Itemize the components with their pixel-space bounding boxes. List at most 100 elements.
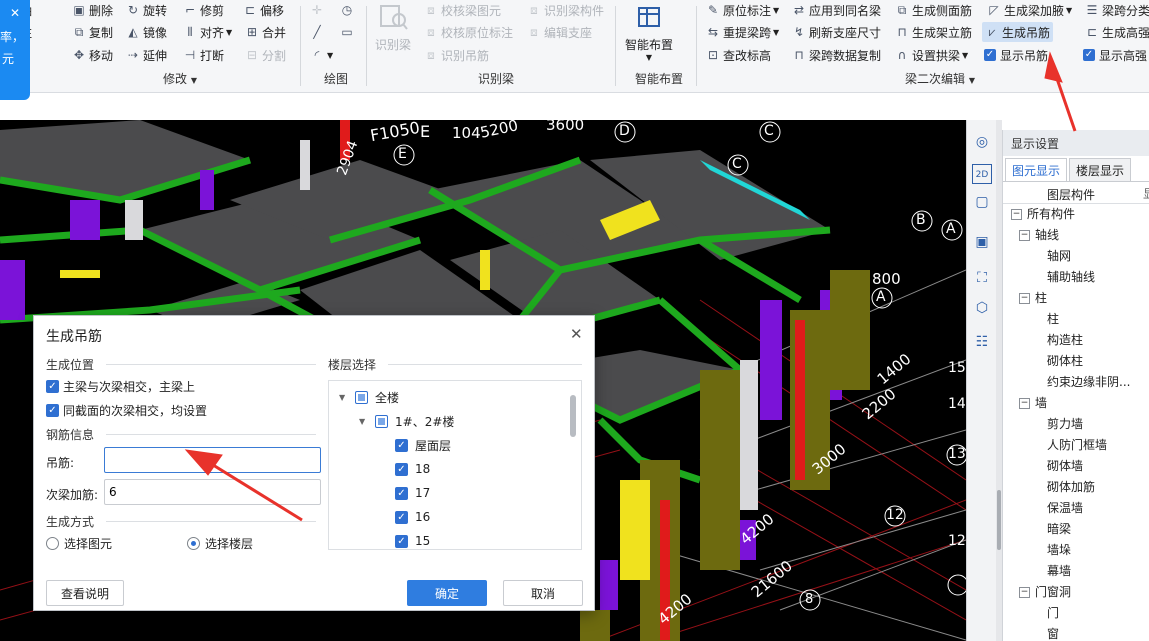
collapse-toggle-icon[interactable]: − <box>1019 587 1030 598</box>
ok-button[interactable]: 确定 <box>407 580 487 606</box>
floor-tree-item[interactable]: ✓ 17 <box>379 483 430 503</box>
tree-item[interactable]: 辅助轴线 <box>1003 267 1149 288</box>
draw-arc-button[interactable]: ◜ ▼ <box>310 45 333 65</box>
tree-item[interactable]: − 轴线 <box>1003 225 1149 246</box>
show-hanger-checkbox[interactable]: ✓ 显示吊筋 <box>984 45 1048 65</box>
span-class-button[interactable]: ☰ 梁跨分类 <box>1085 0 1149 20</box>
check-beam-element-button[interactable]: ⧈ 校核梁图元 <box>424 0 501 20</box>
collapse-toggle-icon[interactable]: − <box>1011 209 1022 220</box>
close-icon[interactable]: ✕ <box>10 6 20 20</box>
edit-support-button[interactable]: ⧈ 编辑支座 <box>527 22 592 42</box>
tab-element-display[interactable]: 图元显示 <box>1005 158 1068 181</box>
checkbox-checked-icon[interactable]: ✓ <box>395 438 408 452</box>
draw-arc-tool-button[interactable]: ◷ <box>340 0 357 20</box>
checkbox-partial-icon[interactable] <box>355 390 368 404</box>
mirror-button[interactable]: ◭ 镜像 <box>126 22 167 42</box>
draw-arc-dropdown-icon[interactable]: ▼ <box>327 51 333 60</box>
re-extract-dropdown-icon[interactable]: ▼ <box>773 28 779 37</box>
split-button[interactable]: ⊟ 分割 <box>245 45 286 65</box>
tree-item[interactable]: 砌体墙 <box>1003 456 1149 477</box>
collapse-toggle-icon[interactable]: − <box>1019 398 1030 409</box>
refresh-support-size-button[interactable]: ↯ 刷新支座尺寸 <box>792 22 881 42</box>
option-main-secondary-checkbox[interactable]: ✓ 主梁与次梁相交，主梁上 <box>46 378 195 395</box>
draw-rect-button[interactable]: ▭ <box>340 22 357 42</box>
tab-floor-display[interactable]: 楼层显示 <box>1069 158 1132 181</box>
tree-item[interactable]: 约束边缘非阴... <box>1003 372 1149 393</box>
orbit-icon[interactable]: ◎ <box>972 132 992 152</box>
tree-item[interactable]: 窗 <box>1003 624 1149 641</box>
box-view-icon[interactable]: ⬡ <box>972 298 992 318</box>
haunch-dropdown-icon[interactable]: ▼ <box>1066 6 1072 15</box>
move-button[interactable]: ✥ 移动 <box>72 45 113 65</box>
copy-button[interactable]: ⧉ 复制 <box>72 22 113 42</box>
tree-item[interactable]: − 门窗洞 <box>1003 582 1149 603</box>
fullscreen-icon[interactable]: ⛶ <box>972 268 992 288</box>
offset-button[interactable]: ⊏ 偏移 <box>243 0 284 20</box>
smart-layout-dropdown-icon[interactable]: ▼ <box>646 53 652 62</box>
checkbox-checked-icon[interactable]: ✓ <box>395 462 408 476</box>
tree-item[interactable]: 人防门框墙 <box>1003 435 1149 456</box>
tree-item[interactable]: − 柱 <box>1003 288 1149 309</box>
expand-arrow-icon[interactable]: ▼ <box>359 417 369 426</box>
tree-item[interactable]: − 所有构件 <box>1003 204 1149 225</box>
tree-item[interactable]: 墙垛 <box>1003 540 1149 561</box>
identify-beam-button[interactable]: 识别梁 <box>375 2 411 53</box>
beam-edit-group-dropdown-icon[interactable]: ▼ <box>969 76 975 85</box>
display-settings-icon[interactable]: ☷ <box>972 332 992 352</box>
cancel-button[interactable]: 取消 <box>503 580 583 606</box>
floor-tree-item[interactable]: ✓ 16 <box>379 507 430 527</box>
gen-haunch-button[interactable]: ◸ 生成梁加腋 ▼ <box>987 0 1072 20</box>
identify-hanger-button[interactable]: ⧈ 识别吊筋 <box>424 45 489 65</box>
tree-item[interactable]: 柱 <box>1003 309 1149 330</box>
re-extract-span-button[interactable]: ⇆ 重提梁跨 ▼ <box>706 22 779 42</box>
align-dropdown-icon[interactable]: ▼ <box>226 28 232 37</box>
smart-layout-button[interactable]: 智能布置 ▼ <box>625 2 673 62</box>
2d-view-icon[interactable]: 2D <box>972 164 992 184</box>
checkbox-checked-icon[interactable]: ✓ <box>395 510 408 524</box>
checkbox-partial-icon[interactable] <box>375 414 388 428</box>
floor-tree-item[interactable]: ✓ 屋面层 <box>379 435 451 455</box>
floor-tree-item[interactable]: ▼ 全楼 <box>339 387 399 407</box>
align-button[interactable]: ⫴ 对齐 ▼ <box>183 22 232 42</box>
check-elevation-button[interactable]: ⊡ 查改标高 <box>706 45 771 65</box>
tree-item[interactable]: 门 <box>1003 603 1149 624</box>
help-button[interactable]: 查看说明 <box>46 580 124 606</box>
tree-item[interactable]: − 墙 <box>1003 393 1149 414</box>
check-original-label-button[interactable]: ⧈ 校核原位标注 <box>424 22 513 42</box>
cube-solid-icon[interactable]: ▣ <box>972 232 992 252</box>
gen-elevation-button[interactable]: ⊏ 生成高强 <box>1085 22 1149 42</box>
delete-button[interactable]: ▣ 删除 <box>72 0 113 20</box>
floor-tree-item[interactable]: ▼ 1#、2#楼 <box>359 411 454 431</box>
extend-button[interactable]: ⇢ 延伸 <box>126 45 167 65</box>
scrollbar-thumb[interactable] <box>997 490 1001 550</box>
gen-stirrup-button[interactable]: ⊓ 生成架立筋 <box>895 22 972 42</box>
modify-group-dropdown-icon[interactable]: ▼ <box>191 76 197 85</box>
close-icon[interactable]: ✕ <box>570 325 583 343</box>
hanger-input[interactable] <box>104 447 321 473</box>
floor-tree-item[interactable]: ✓ 15 <box>379 531 430 549</box>
show-elevation-checkbox[interactable]: ✓ 显示高强 <box>1083 45 1147 65</box>
tree-item[interactable]: 砌体柱 <box>1003 351 1149 372</box>
in-situ-label-button[interactable]: ✎ 原位标注 ▼ <box>706 0 779 20</box>
method-floor-radio[interactable]: 选择楼层 <box>187 535 253 552</box>
tree-item[interactable]: 构造柱 <box>1003 330 1149 351</box>
trim-button[interactable]: ⌐ 修剪 <box>183 0 224 20</box>
draw-line-button[interactable]: ╱ <box>310 22 327 42</box>
gen-side-rebar-button[interactable]: ⧉ 生成侧面筋 <box>895 0 972 20</box>
expand-arrow-icon[interactable]: ▼ <box>339 393 349 402</box>
merge-button[interactable]: ⊞ 合并 <box>245 22 286 42</box>
tree-item[interactable]: 保温墙 <box>1003 498 1149 519</box>
tree-item[interactable]: 剪力墙 <box>1003 414 1149 435</box>
cube-icon[interactable]: ▢ <box>972 192 992 212</box>
rotate-button[interactable]: ↻ 旋转 <box>126 0 167 20</box>
gen-hanger-button[interactable]: ⩗ 生成吊筋 <box>982 22 1054 42</box>
option-same-section-checkbox[interactable]: ✓ 同截面的次梁相交，均设置 <box>46 402 207 419</box>
tree-item[interactable]: 轴网 <box>1003 246 1149 267</box>
set-arch-dropdown-icon[interactable]: ▼ <box>962 51 968 60</box>
set-arch-button[interactable]: ∩ 设置拱梁 ▼ <box>895 45 969 65</box>
apply-same-name-button[interactable]: ⇄ 应用到同名梁 <box>792 0 881 20</box>
collapse-toggle-icon[interactable]: − <box>1019 293 1030 304</box>
checkbox-checked-icon[interactable]: ✓ <box>395 486 408 500</box>
secondary-rebar-input[interactable] <box>104 479 321 505</box>
identify-beam-member-button[interactable]: ⧈ 识别梁构件 <box>527 0 604 20</box>
